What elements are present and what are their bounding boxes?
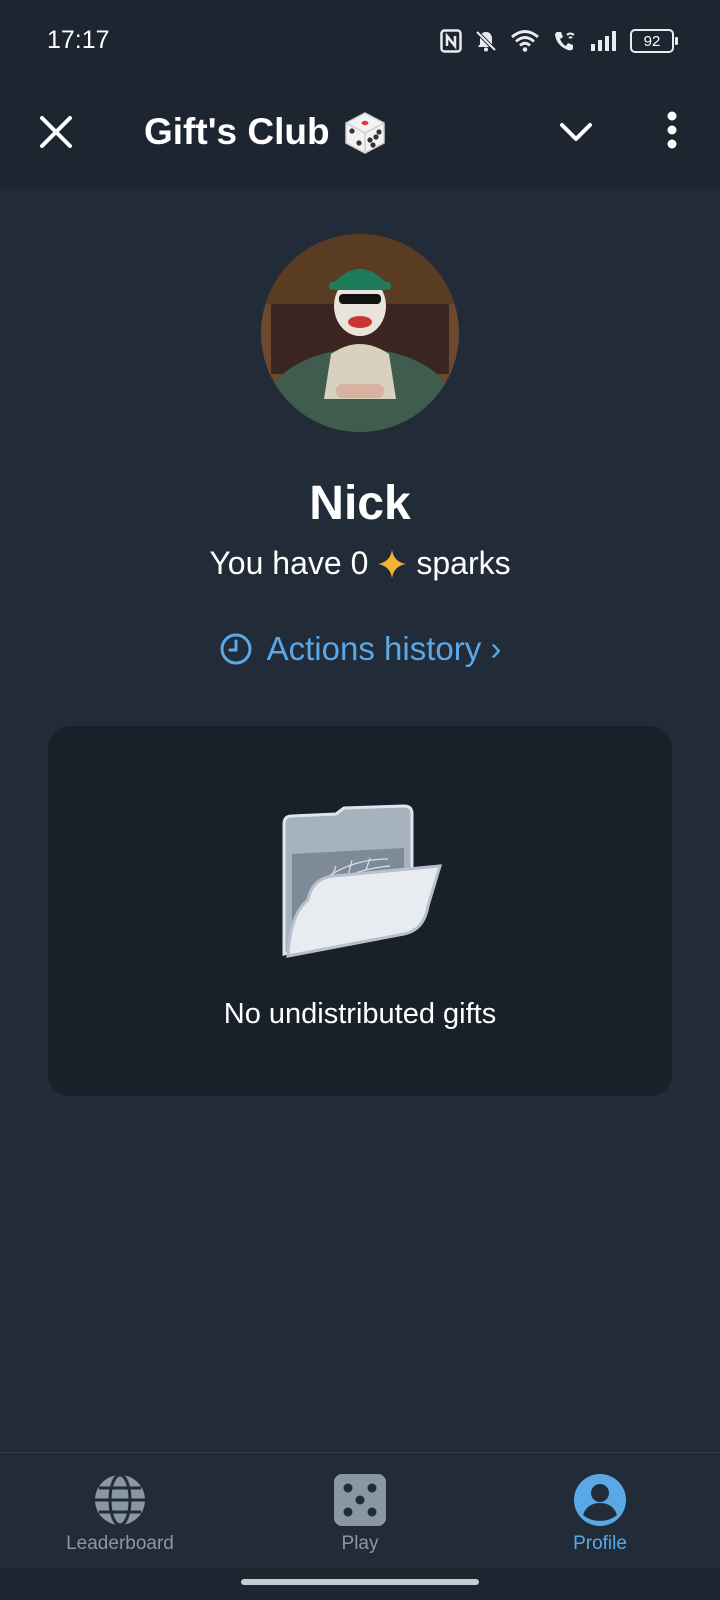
profile-icon: [574, 1474, 626, 1526]
more-vertical-icon: [667, 111, 677, 149]
app-title: Gift's Club: [144, 104, 390, 160]
globe-icon: [95, 1473, 145, 1527]
nav-play-label: Play: [341, 1533, 379, 1554]
avatar[interactable]: [261, 234, 459, 432]
status-time: 17:17: [47, 26, 110, 54]
actions-history-link[interactable]: Actions history ›: [0, 630, 720, 668]
gesture-handle[interactable]: [241, 1579, 479, 1585]
sparks-balance: You have 0 sparks: [0, 545, 720, 582]
bell-off-icon: [475, 30, 497, 52]
sparks-suffix: sparks: [416, 545, 511, 581]
nav-profile[interactable]: Profile: [500, 1473, 700, 1563]
chevron-down-icon: [560, 123, 592, 141]
empty-gifts-text: No undistributed gifts: [223, 998, 497, 1030]
dice-emoji-icon: [344, 112, 385, 154]
avatar-photo: [261, 234, 459, 432]
battery-icon: 92: [630, 29, 678, 53]
close-button[interactable]: [34, 110, 78, 154]
app-bar: Gift's Club: [0, 84, 720, 188]
wifi-call-icon: [555, 32, 575, 51]
status-bar: 17:17 92: [0, 0, 720, 84]
nav-leaderboard[interactable]: Leaderboard: [20, 1473, 220, 1563]
empty-folder-illustration: [282, 804, 443, 958]
close-icon: [40, 116, 72, 148]
gifts-empty-card: No undistributed gifts: [48, 726, 672, 1096]
sparkle-icon: [378, 549, 407, 578]
nav-play[interactable]: Play: [260, 1473, 460, 1563]
actions-history-label: Actions history ›: [266, 630, 502, 667]
nav-profile-label: Profile: [573, 1533, 627, 1554]
gesture-area: [0, 1568, 720, 1600]
battery-level: 92: [643, 32, 661, 50]
bottom-nav: Leaderboard Play Profile: [0, 1452, 720, 1569]
nav-leaderboard-label: Leaderboard: [66, 1533, 174, 1554]
app-title-text: Gift's Club: [144, 111, 330, 152]
nfc-icon: [440, 29, 462, 53]
status-icons: 92: [440, 26, 678, 56]
dice-icon: [334, 1474, 386, 1526]
profile-name: Nick: [309, 477, 411, 530]
clock-icon: [220, 633, 252, 665]
wifi-icon: [511, 30, 539, 52]
collapse-button[interactable]: [556, 112, 596, 152]
signal-icon: [591, 31, 616, 51]
more-menu-button[interactable]: [652, 110, 692, 154]
sparks-prefix: You have 0: [209, 545, 369, 581]
